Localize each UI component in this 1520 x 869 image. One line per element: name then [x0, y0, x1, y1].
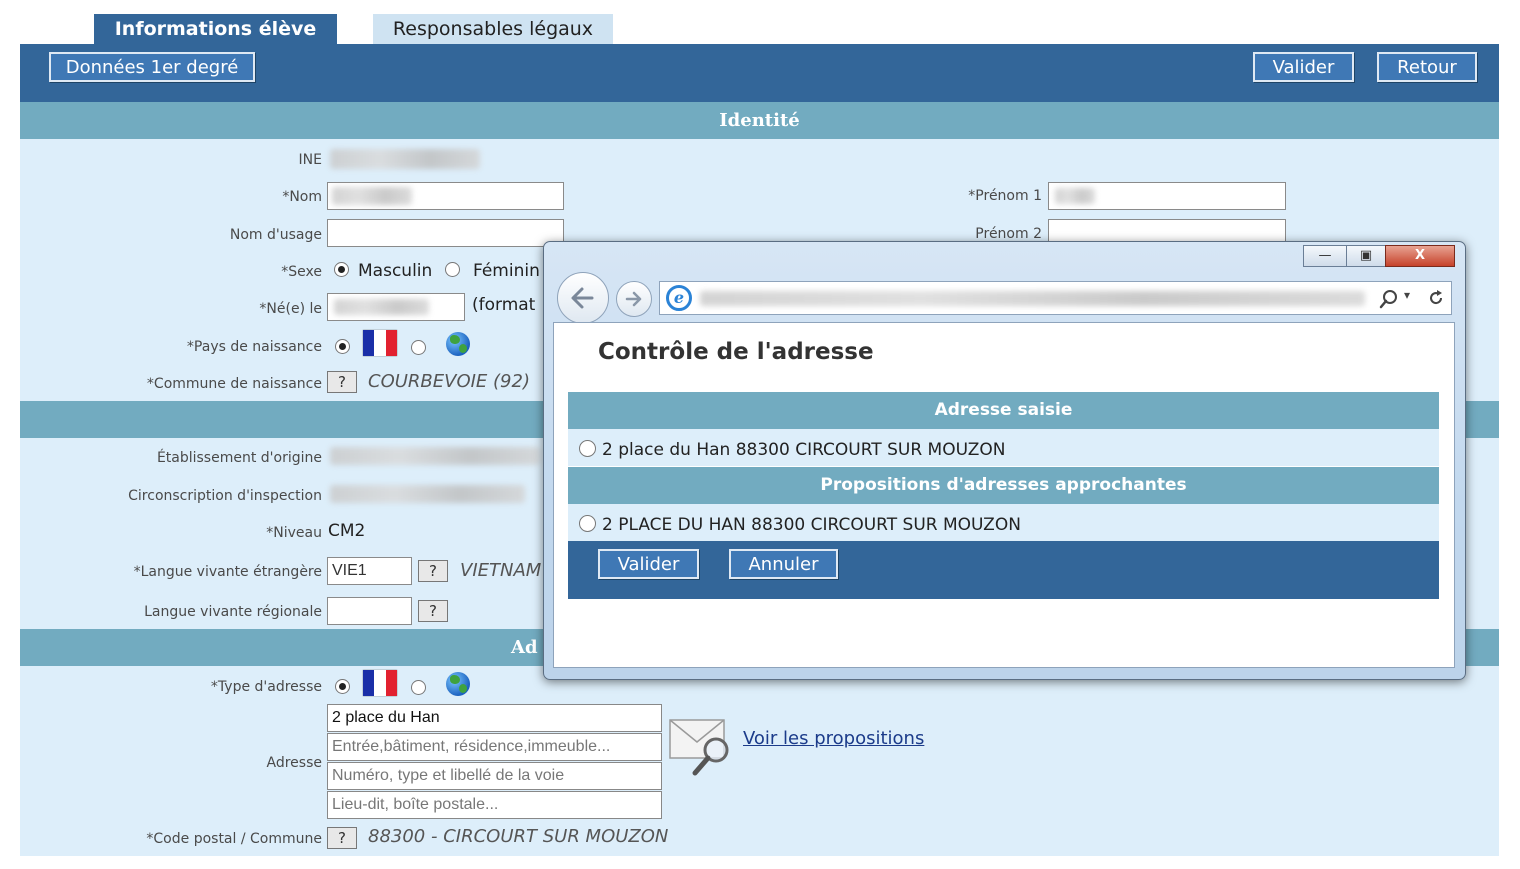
niveau-value: CM2 [328, 521, 366, 541]
sexe-masculin-radio[interactable] [334, 262, 349, 277]
commune-naissance-value: COURBEVOIE (92) [368, 371, 530, 392]
search-icon[interactable] [1378, 288, 1400, 310]
adresse-line2-input[interactable]: Entrée,bâtiment, résidence,immeuble... [327, 733, 662, 761]
commune-help-button[interactable]: ? [327, 371, 357, 393]
lve-help-button[interactable]: ? [418, 560, 448, 582]
lve-value: VIETNAM [460, 560, 542, 581]
ne-le-label: *Né(e) le [259, 301, 322, 317]
nom-input[interactable] [327, 182, 564, 210]
popup-annuler-button[interactable]: Annuler [729, 549, 838, 579]
sexe-label: *Sexe [281, 264, 322, 280]
globe-icon [446, 672, 470, 696]
browser-forward-button[interactable] [616, 281, 652, 317]
retour-button[interactable]: Retour [1377, 52, 1477, 82]
type-adresse-france-radio[interactable] [335, 679, 350, 694]
window-close-button[interactable]: X [1385, 245, 1455, 267]
date-naissance-redacted [334, 299, 429, 315]
prenom1-input[interactable] [1048, 182, 1286, 210]
adresse-line4-input[interactable]: Lieu-dit, boîte postale... [327, 791, 662, 819]
code-postal-label: *Code postal / Commune [146, 831, 322, 847]
nom-value-redacted [332, 187, 412, 205]
arrow-right-icon [625, 291, 642, 307]
pays-etranger-radio[interactable] [411, 340, 426, 355]
adresse-saisie-header: Adresse saisie [568, 392, 1439, 429]
adresse-line3-input[interactable]: Numéro, type et libellé de la voie [327, 762, 662, 790]
lvr-label: Langue vivante régionale [144, 604, 322, 620]
lvr-input[interactable] [327, 597, 412, 625]
circonscription-redacted [330, 485, 525, 503]
code-postal-value: 88300 - CIRCOURT SUR MOUZON [368, 826, 669, 847]
format-hint: (format [472, 295, 536, 315]
sexe-feminin-radio[interactable] [445, 262, 460, 277]
proposition-radio[interactable] [579, 515, 596, 532]
date-naissance-input[interactable] [327, 293, 465, 321]
identite-section-header: Identité [20, 102, 1499, 139]
pays-france-radio[interactable] [335, 339, 350, 354]
nom-label: *Nom [282, 189, 322, 205]
donnees-1er-degre-button[interactable]: Données 1er degré [49, 52, 255, 82]
lve-code-input[interactable]: VIE1 [327, 557, 412, 585]
circonscription-label: Circonscription d'inspection [128, 488, 322, 504]
france-flag-icon [363, 670, 397, 696]
niveau-label: *Niveau [266, 525, 322, 541]
proposition-option: 2 PLACE DU HAN 88300 CIRCOURT SUR MOUZON [602, 515, 1021, 535]
dropdown-icon[interactable]: ▾ [1404, 288, 1410, 302]
lvr-help-button[interactable]: ? [418, 600, 448, 622]
propositions-header: Propositions d'adresses approchantes [568, 467, 1439, 504]
tab-responsables-legaux[interactable]: Responsables légaux [373, 14, 613, 46]
commune-naissance-label: *Commune de naissance [146, 376, 322, 392]
prenom1-value-redacted [1055, 188, 1095, 204]
envelope-search-icon[interactable] [668, 716, 738, 778]
type-adresse-label: *Type d'adresse [210, 679, 322, 695]
adresse-line1-input[interactable]: 2 place du Han [327, 704, 662, 732]
adresse-saisie-option: 2 place du Han 88300 CIRCOURT SUR MOUZON [602, 440, 1006, 460]
ine-label: INE [298, 152, 322, 168]
pays-naissance-label: *Pays de naissance [186, 339, 322, 355]
popup-valider-button[interactable]: Valider [598, 549, 699, 579]
adresse-saisie-radio[interactable] [579, 440, 596, 457]
address-bar[interactable]: e ▾ [659, 281, 1452, 315]
code-postal-help-button[interactable]: ? [327, 827, 357, 849]
etablissement-origine-label: Établissement d'origine [156, 450, 322, 466]
france-flag-icon [363, 330, 397, 356]
etablissement-origine-redacted [330, 447, 540, 465]
window-minimize-button[interactable]: — [1303, 245, 1347, 267]
prenom2-label: Prénom 2 [975, 226, 1042, 242]
ine-value-redacted [330, 149, 480, 169]
valider-button[interactable]: Valider [1253, 52, 1354, 82]
ie-logo-icon: e [666, 285, 692, 311]
prenom1-label: *Prénom 1 [968, 188, 1042, 204]
sexe-feminin-label: Féminin [473, 261, 540, 281]
sexe-masculin-label: Masculin [358, 261, 433, 281]
nom-usage-input[interactable] [327, 219, 564, 247]
type-adresse-etranger-radio[interactable] [411, 680, 426, 695]
globe-icon [446, 332, 470, 356]
window-maximize-button[interactable]: ▣ [1346, 245, 1386, 267]
voir-propositions-link[interactable]: Voir les propositions [743, 728, 924, 749]
browser-back-button[interactable] [557, 272, 609, 324]
url-redacted [700, 291, 1365, 306]
tab-informations-eleve[interactable]: Informations élève [94, 14, 337, 46]
arrow-left-icon [571, 287, 594, 309]
lve-label: *Langue vivante étrangère [133, 564, 322, 580]
refresh-icon[interactable] [1426, 288, 1446, 308]
nom-usage-label: Nom d'usage [229, 227, 322, 243]
popup-title: Contrôle de l'adresse [598, 339, 874, 365]
adresse-label: Adresse [266, 755, 322, 771]
